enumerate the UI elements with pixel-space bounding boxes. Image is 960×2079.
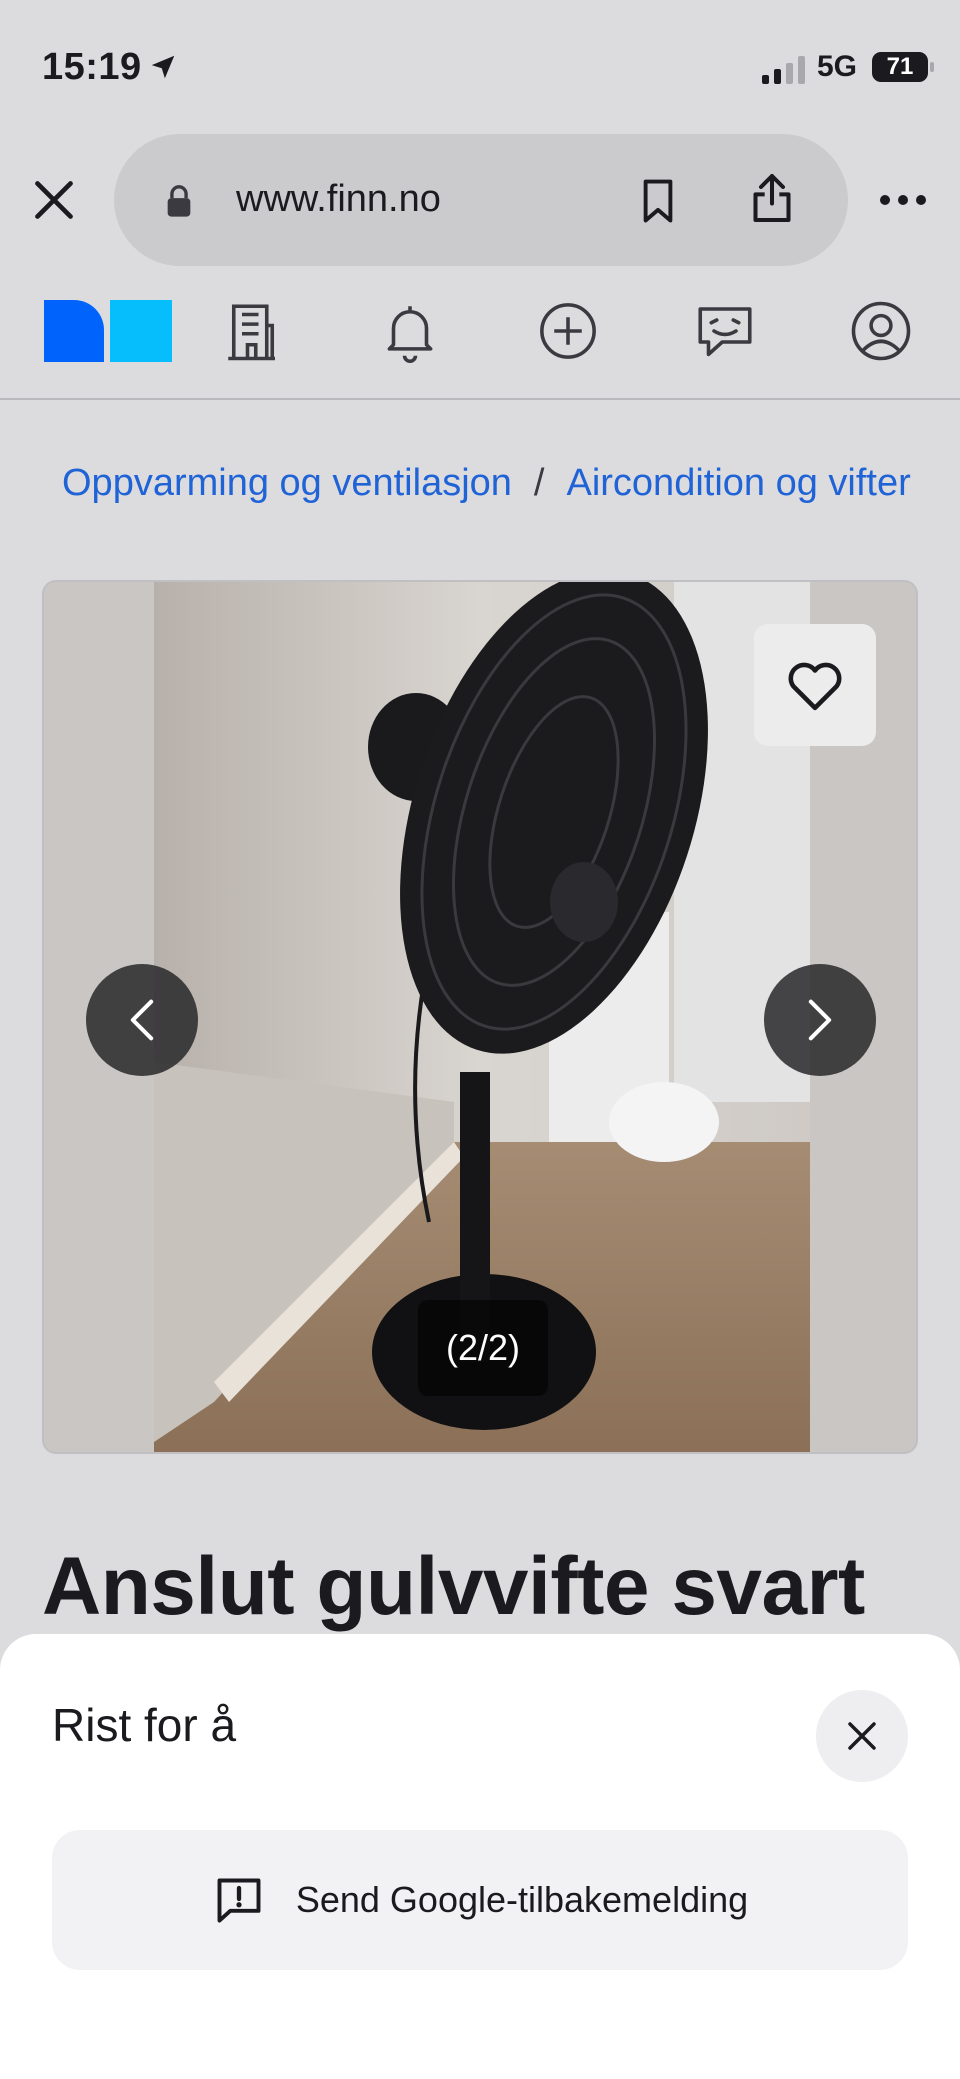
previous-image-button[interactable]	[86, 964, 198, 1076]
favorite-button[interactable]	[754, 624, 876, 746]
building-icon[interactable]	[220, 298, 286, 364]
browser-toolbar: www.finn.no	[0, 130, 960, 270]
breadcrumb: Oppvarming og ventilasjon / Aircondition o…	[62, 462, 922, 522]
chevron-right-icon	[808, 999, 832, 1041]
send-feedback-button[interactable]: Send Google-tilbakemelding	[52, 1830, 908, 1970]
feedback-icon	[217, 1878, 261, 1923]
network-type: 5G	[817, 50, 858, 83]
shake-feedback-sheet: Rist for å Send Google-tilbakemelding	[0, 1634, 960, 2079]
breadcrumb-link-heating[interactable]: Oppvarming og ventilasjon	[62, 462, 512, 504]
send-feedback-label: Send Google-tilbakemelding	[295, 1879, 749, 1920]
plus-circle-icon[interactable]	[535, 298, 601, 364]
chevron-left-icon	[130, 999, 154, 1041]
battery-icon: 71	[872, 52, 934, 82]
heart-icon	[788, 662, 842, 711]
profile-icon[interactable]	[848, 298, 914, 364]
sheet-close-button[interactable]	[816, 1690, 908, 1782]
breadcrumb-separator: /	[533, 462, 545, 504]
breadcrumb-link-fans[interactable]: Aircondition og vifter	[566, 462, 910, 504]
close-icon	[848, 1722, 876, 1750]
listing-title: Anslut gulvvifte svart	[42, 1541, 865, 1632]
address-bar[interactable]: www.finn.no	[114, 134, 848, 266]
close-icon[interactable]	[32, 178, 76, 222]
location-arrow-icon	[151, 55, 175, 79]
next-image-button[interactable]	[764, 964, 876, 1076]
site-nav	[0, 282, 960, 400]
finn-logo[interactable]	[44, 300, 172, 362]
more-icon[interactable]	[878, 192, 928, 208]
bell-icon[interactable]	[377, 298, 443, 364]
image-counter: (2/2)	[418, 1300, 548, 1396]
url-text: www.finn.no	[236, 178, 441, 220]
status-bar: 15:19 5G 71	[0, 0, 960, 130]
share-icon[interactable]	[750, 172, 794, 224]
bookmark-icon[interactable]	[640, 178, 676, 224]
sheet-title: Rist for å	[52, 1699, 237, 1751]
status-time: 15:19	[42, 46, 142, 88]
signal-icon	[762, 54, 805, 84]
chat-icon[interactable]	[692, 298, 758, 364]
image-gallery[interactable]: (2/2)	[42, 580, 918, 1454]
lock-icon	[167, 185, 191, 217]
